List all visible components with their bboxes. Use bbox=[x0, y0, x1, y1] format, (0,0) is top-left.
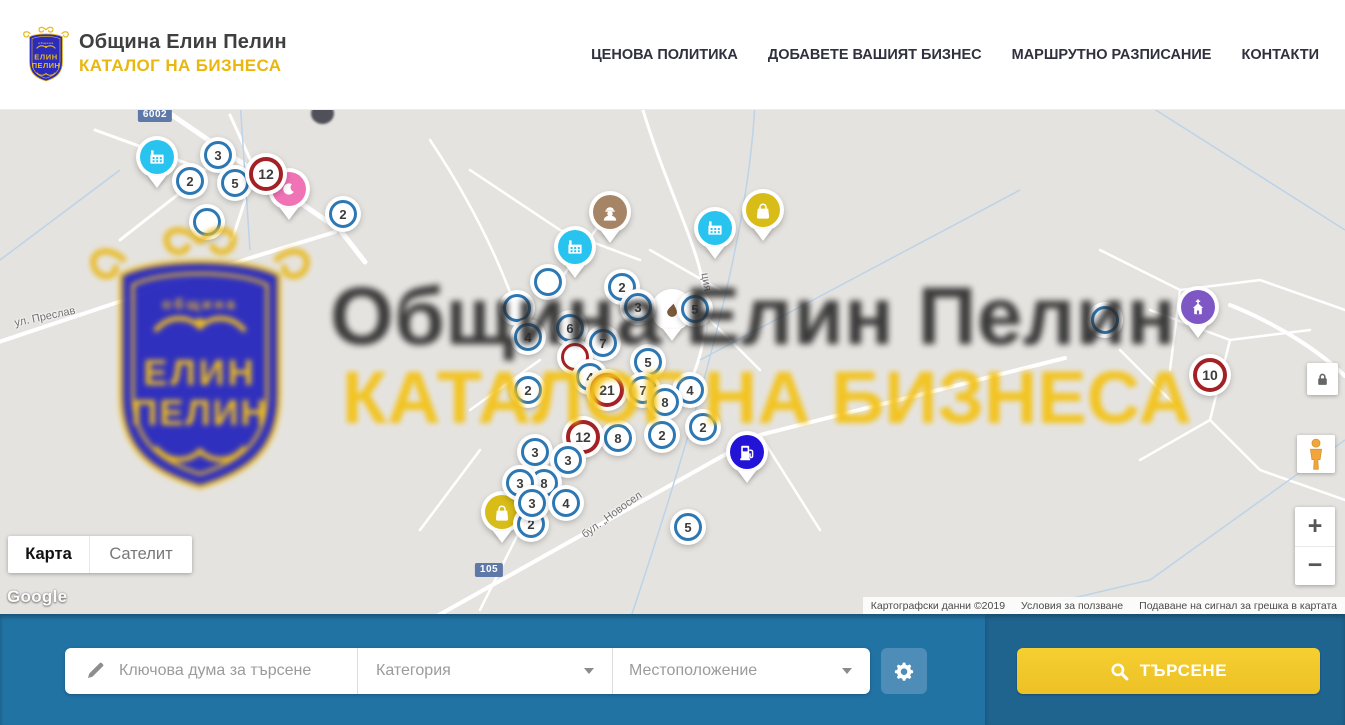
search-icon bbox=[1110, 662, 1129, 681]
map-cluster[interactable]: 2 bbox=[648, 421, 676, 449]
map-pin-bag[interactable] bbox=[485, 495, 519, 529]
pencil-icon bbox=[85, 661, 105, 681]
map-cluster[interactable]: 4 bbox=[514, 323, 542, 351]
map-type-satellite-button[interactable]: Сателит bbox=[89, 536, 192, 573]
map-cluster[interactable]: 2 bbox=[689, 413, 717, 441]
search-group: Категория Местоположение bbox=[65, 648, 870, 694]
map-type-map-button[interactable]: Карта bbox=[8, 536, 89, 573]
zoom-control: + − bbox=[1295, 507, 1335, 585]
svg-text:ПЕЛИН: ПЕЛИН bbox=[32, 61, 61, 70]
map-cluster[interactable]: 7 bbox=[589, 329, 617, 357]
map-cluster[interactable]: 8 bbox=[651, 388, 679, 416]
map-cluster[interactable]: 2 bbox=[329, 200, 357, 228]
nav-item-4[interactable]: КОНТАКТИ bbox=[1241, 47, 1319, 63]
map-cluster[interactable]: 3 bbox=[518, 489, 546, 517]
brand-title: Община Елин Пелин bbox=[79, 31, 287, 54]
map-cluster[interactable]: 21 bbox=[590, 373, 624, 407]
map-cluster[interactable]: 5 bbox=[674, 513, 702, 541]
map-cluster[interactable]: 3 bbox=[554, 446, 582, 474]
map-cluster[interactable]: 4 bbox=[676, 376, 704, 404]
map-attribution: Картографски данни ©2019 Условия за полз… bbox=[863, 597, 1345, 614]
map-cluster[interactable]: 12 bbox=[249, 157, 283, 191]
map-type-control: Карта Сателит bbox=[8, 536, 192, 573]
gear-icon bbox=[893, 660, 916, 683]
header: община ЕЛИН ПЕЛИН Община Елин Пелин КАТА… bbox=[0, 0, 1345, 110]
category-select[interactable]: Категория bbox=[357, 648, 612, 694]
lock-icon bbox=[1315, 372, 1330, 387]
street-view-pegman-button[interactable] bbox=[1297, 435, 1335, 473]
pegman-icon bbox=[1305, 438, 1327, 470]
map-cluster[interactable]: 8 bbox=[604, 424, 632, 452]
map-pin-factory[interactable] bbox=[558, 230, 592, 264]
search-button[interactable]: ТЪРСЕНЕ bbox=[1017, 648, 1320, 694]
brand-subtitle: КАТАЛОГ НА БИЗНЕСА bbox=[79, 56, 287, 76]
svg-text:община: община bbox=[38, 41, 54, 45]
map-cluster[interactable] bbox=[534, 268, 562, 296]
map-cluster[interactable]: 3 bbox=[624, 293, 652, 321]
map-pin-bag[interactable] bbox=[746, 193, 780, 227]
nav-item-3[interactable]: МАРШРУТНО РАЗПИСАНИЕ bbox=[1012, 47, 1212, 63]
google-logo[interactable]: Google bbox=[7, 587, 67, 607]
map-cluster[interactable]: 2 bbox=[176, 167, 204, 195]
keyword-search-input[interactable] bbox=[119, 662, 349, 680]
nav-item-1[interactable]: ЦЕНОВА ПОЛИТИКА bbox=[591, 47, 738, 63]
municipality-crest-icon: община ЕЛИН ПЕЛИН bbox=[22, 23, 70, 83]
map-cluster[interactable]: 4 bbox=[552, 489, 580, 517]
map-cluster[interactable]: 3 bbox=[204, 141, 232, 169]
report-error-link[interactable]: Подаване на сигнал за грешка в картата bbox=[1131, 600, 1345, 612]
map-canvas[interactable]: 6002105ул. Преславбул. „Новоселция 32512… bbox=[0, 110, 1345, 614]
map-cluster[interactable] bbox=[1091, 306, 1119, 334]
road-number-shield: 6002 bbox=[138, 110, 172, 122]
advanced-settings-button[interactable] bbox=[881, 648, 927, 694]
map-cluster[interactable]: 3 bbox=[521, 438, 549, 466]
map-pin-church[interactable] bbox=[1181, 290, 1215, 324]
chevron-down-icon bbox=[584, 668, 594, 674]
zoom-out-button[interactable]: − bbox=[1295, 547, 1335, 586]
zoom-in-button[interactable]: + bbox=[1295, 507, 1335, 547]
location-select-value: Местоположение bbox=[629, 662, 757, 680]
nav-item-2[interactable]: ДОБАВЕТЕ ВАШИЯТ БИЗНЕС bbox=[768, 47, 982, 63]
map-pin-fuel[interactable] bbox=[730, 435, 764, 469]
search-button-label: ТЪРСЕНЕ bbox=[1140, 661, 1228, 681]
svg-text:ЕЛИН: ЕЛИН bbox=[34, 53, 58, 62]
attribution-copyright: Картографски данни ©2019 bbox=[863, 600, 1013, 612]
map-cluster[interactable]: 6 bbox=[556, 314, 584, 342]
search-bar: Категория Местоположение ТЪРСЕНЕ bbox=[0, 614, 1345, 725]
map-cluster[interactable]: 5 bbox=[221, 169, 249, 197]
brand-logo[interactable]: община ЕЛИН ПЕЛИН Община Елин Пелин КАТА… bbox=[22, 23, 287, 83]
map-cluster[interactable]: 5 bbox=[681, 295, 709, 323]
map-pin-worker[interactable] bbox=[593, 195, 627, 229]
lock-button[interactable] bbox=[1307, 363, 1338, 395]
chevron-down-icon bbox=[842, 668, 852, 674]
map-cluster[interactable] bbox=[503, 294, 531, 322]
map-cluster[interactable]: 2 bbox=[514, 376, 542, 404]
category-select-value: Категория bbox=[376, 662, 451, 680]
map-pin-factory[interactable] bbox=[698, 211, 732, 245]
map-pin-factory[interactable] bbox=[140, 140, 174, 174]
map-cluster[interactable] bbox=[193, 208, 221, 236]
map-cluster[interactable]: 10 bbox=[1193, 358, 1227, 392]
main-nav: ЦЕНОВА ПОЛИТИКА ДОБАВЕТЕ ВАШИЯТ БИЗНЕС МАР… bbox=[591, 0, 1319, 110]
road-number-shield: 105 bbox=[475, 563, 503, 577]
keyword-section bbox=[65, 648, 357, 694]
location-select[interactable]: Местоположение bbox=[612, 648, 870, 694]
terms-link[interactable]: Условия за ползване bbox=[1013, 600, 1131, 612]
map-cluster[interactable]: 5 bbox=[634, 348, 662, 376]
